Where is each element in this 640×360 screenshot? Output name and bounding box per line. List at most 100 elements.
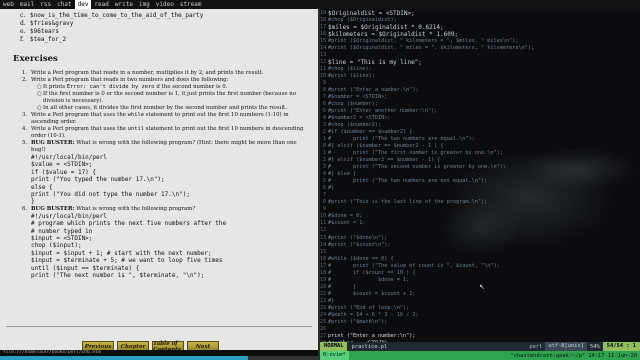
code-line[interactable]: 26 (320, 326, 640, 333)
line-text[interactable]: # $done = 1; (328, 277, 409, 284)
line-text[interactable]: #} (328, 298, 334, 305)
tag-rss[interactable]: rss (37, 0, 54, 9)
tag-read[interactable]: read (91, 0, 111, 9)
previous-button[interactable]: Previous (82, 341, 114, 350)
contents-button[interactable]: Table of Contents (152, 341, 184, 350)
line-text[interactable]: # print ("The value of count is ", $coun… (328, 263, 500, 270)
code-line[interactable]: 1 # print ("The first number is greater b… (320, 150, 640, 157)
code-line[interactable]: 7 #$number = <STDIN>; (320, 94, 640, 101)
tag-write[interactable]: write (112, 0, 136, 9)
line-text[interactable]: $miles = $Originaldist * 0.6214; (328, 24, 444, 31)
code-line[interactable]: 14 #print ($Originaldist, " miles = ", $k… (320, 45, 640, 52)
code-line[interactable]: 16 $kilometers = $Originaldist * 1.609; (320, 31, 640, 38)
code-line[interactable]: 10 #print ($line); (320, 73, 640, 80)
tag-video[interactable]: video (153, 0, 177, 9)
tag-img[interactable]: img (136, 0, 153, 9)
line-text[interactable]: #print ("End of loop.\n"); (328, 305, 409, 312)
line-text[interactable]: #print ($line); (328, 73, 375, 80)
code-line[interactable]: 12 $line = "This is my line"; (320, 59, 640, 66)
code-line[interactable]: 13 #print ("$done\n"); (320, 235, 640, 242)
code-line[interactable]: 6 #} (320, 185, 640, 192)
line-text[interactable]: # if ($count == 10 ) { (328, 270, 415, 277)
tmux-window-tab[interactable]: 0:nvim* (320, 351, 349, 360)
line-text[interactable]: #print ("$done\n"); (328, 235, 387, 242)
code-line[interactable]: 7 (320, 192, 640, 199)
code-line[interactable]: 9 (320, 80, 640, 87)
code-line[interactable]: 8 #print ("Enter a number.\n"); (320, 87, 640, 94)
code-line[interactable]: 18 # if ($count == 10 ) { (320, 270, 640, 277)
code-line[interactable]: 16 #while ($done == 0) { (320, 256, 640, 263)
line-text[interactable]: $kilometers = $Originaldist * 1.609; (328, 31, 458, 38)
line-text[interactable]: $line = "This is my line"; (328, 59, 422, 66)
code-line[interactable]: 11 #chop ($line); (320, 66, 640, 73)
line-text[interactable]: #$number2 = <STDIN>; (328, 115, 390, 122)
code-line[interactable]: 23 #print ("End of loop.\n"); (320, 305, 640, 312)
line-text[interactable]: # print ("The second number is greater b… (328, 164, 506, 171)
tag-mail[interactable]: mail (17, 0, 37, 9)
line-text[interactable]: #} (328, 185, 334, 192)
line-text[interactable]: #while ($done == 0) { (328, 256, 394, 263)
code-line[interactable]: 6 #chop ($number); (320, 101, 640, 108)
code-line[interactable]: 17 $miles = $Originaldist * 0.6214; (320, 24, 640, 31)
line-text[interactable]: #$count = 1; (328, 220, 365, 227)
code-line[interactable]: 3 # print ("The second number is greater … (320, 164, 640, 171)
code-line[interactable]: 2 #} elsif ($number2 == $number - 1) { (320, 157, 640, 164)
line-text[interactable]: #} elsif ($number2 == $number - 1) { (328, 157, 440, 164)
code-line[interactable]: 12 (320, 227, 640, 234)
code-line[interactable]: 22 #} (320, 298, 640, 305)
line-text[interactable]: $Originaldist = <STDIN>; (328, 10, 415, 17)
line-text[interactable]: # } (328, 284, 356, 291)
code-line[interactable]: 4 #} else { (320, 171, 640, 178)
line-text[interactable]: #print ("$math\n"); (328, 319, 387, 326)
line-text[interactable]: # print ("The two numbers are equal.\n")… (328, 136, 475, 143)
code-buffer[interactable]: 19 $Originaldist = <STDIN>; 18 #chop ($Orig… (320, 10, 640, 342)
line-text[interactable]: #$done = 0; (328, 213, 362, 220)
line-text[interactable]: #print ("$count\n"); (328, 242, 390, 249)
editor-pane[interactable]: 19 $Originaldist = <STDIN>; 18 #chop ($Orig… (320, 9, 640, 342)
line-text[interactable]: #chop ($number2); (328, 122, 381, 129)
line-text[interactable]: #print ("Enter a number.\n"); (328, 87, 419, 94)
line-text[interactable]: #$number = <STDIN>; (328, 94, 387, 101)
code-line[interactable]: 27 print ("Enter a number:\n"); (320, 333, 640, 340)
code-line[interactable]: 13 (320, 52, 640, 59)
code-line[interactable]: 15 #print ($Originaldist, " kilometers = … (320, 38, 640, 45)
code-line[interactable]: 21 # $count = $count + 1; (320, 291, 640, 298)
code-line[interactable]: 9 (320, 206, 640, 213)
code-line[interactable]: 14 #print ("$count\n"); (320, 242, 640, 249)
tag-chat[interactable]: chat (54, 0, 74, 9)
line-text[interactable]: #chop ($number); (328, 101, 378, 108)
line-text[interactable]: print ("Enter a number:\n"); (328, 333, 415, 340)
code-line[interactable]: 5 # print ("The two numbers are not equal… (320, 178, 640, 185)
line-text[interactable]: #chop ($line); (328, 66, 372, 73)
line-text[interactable]: #chop ($Originaldist); (328, 17, 397, 24)
code-line[interactable]: 24 #$math = 14 + 6 * 3 - 10 / 2; (320, 312, 640, 319)
code-line[interactable]: 18 #chop ($Originaldist); (320, 17, 640, 24)
code-line[interactable]: 10 #$done = 0; (320, 213, 640, 220)
code-line[interactable]: 8 #print ("This is the last line of the p… (320, 199, 640, 206)
line-text[interactable]: # print ("The two numbers are not equal.… (328, 178, 487, 185)
code-line[interactable]: 19 $Originaldist = <STDIN>; (320, 10, 640, 17)
code-line[interactable]: 11 #$count = 1; (320, 220, 640, 227)
code-line[interactable]: 25 #print ("$math\n"); (320, 319, 640, 326)
line-text[interactable]: #print ("This is the last line of the pr… (328, 199, 487, 206)
tag-web[interactable]: web (0, 0, 17, 9)
line-text[interactable]: #} else { (328, 171, 356, 178)
tag-dev[interactable]: dev (74, 0, 92, 9)
chapter-button[interactable]: Chapter (117, 341, 149, 350)
line-text[interactable]: # $count = $count + 1; (328, 291, 415, 298)
code-line[interactable]: 15 (320, 249, 640, 256)
tag-stream[interactable]: stream (177, 0, 205, 9)
code-line[interactable]: 4 #$number2 = <STDIN>; (320, 115, 640, 122)
line-text[interactable]: #} elsif ($number == $number2 - 1 ) { (328, 143, 444, 150)
line-text[interactable]: #if ($number == $number2) { (328, 129, 412, 136)
code-line[interactable]: 17 # print ("The value of count is ", $co… (320, 263, 640, 270)
line-text[interactable]: #print ("Enter another number:\n"); (328, 108, 437, 115)
code-line[interactable]: 0 #} elsif ($number == $number2 - 1 ) { (320, 143, 640, 150)
code-line[interactable]: 3 #chop ($number2); (320, 122, 640, 129)
line-text[interactable]: #print ($Originaldist, " kilometers = ",… (328, 38, 519, 45)
next-button[interactable]: Next (187, 341, 219, 350)
code-line[interactable]: 5 #print ("Enter another number:\n"); (320, 108, 640, 115)
line-text[interactable]: # print ("The first number is greater by… (328, 150, 503, 157)
code-line[interactable]: 2 #if ($number == $number2) { (320, 129, 640, 136)
line-text[interactable]: #print ($Originaldist, " miles = ", $kil… (328, 45, 534, 52)
